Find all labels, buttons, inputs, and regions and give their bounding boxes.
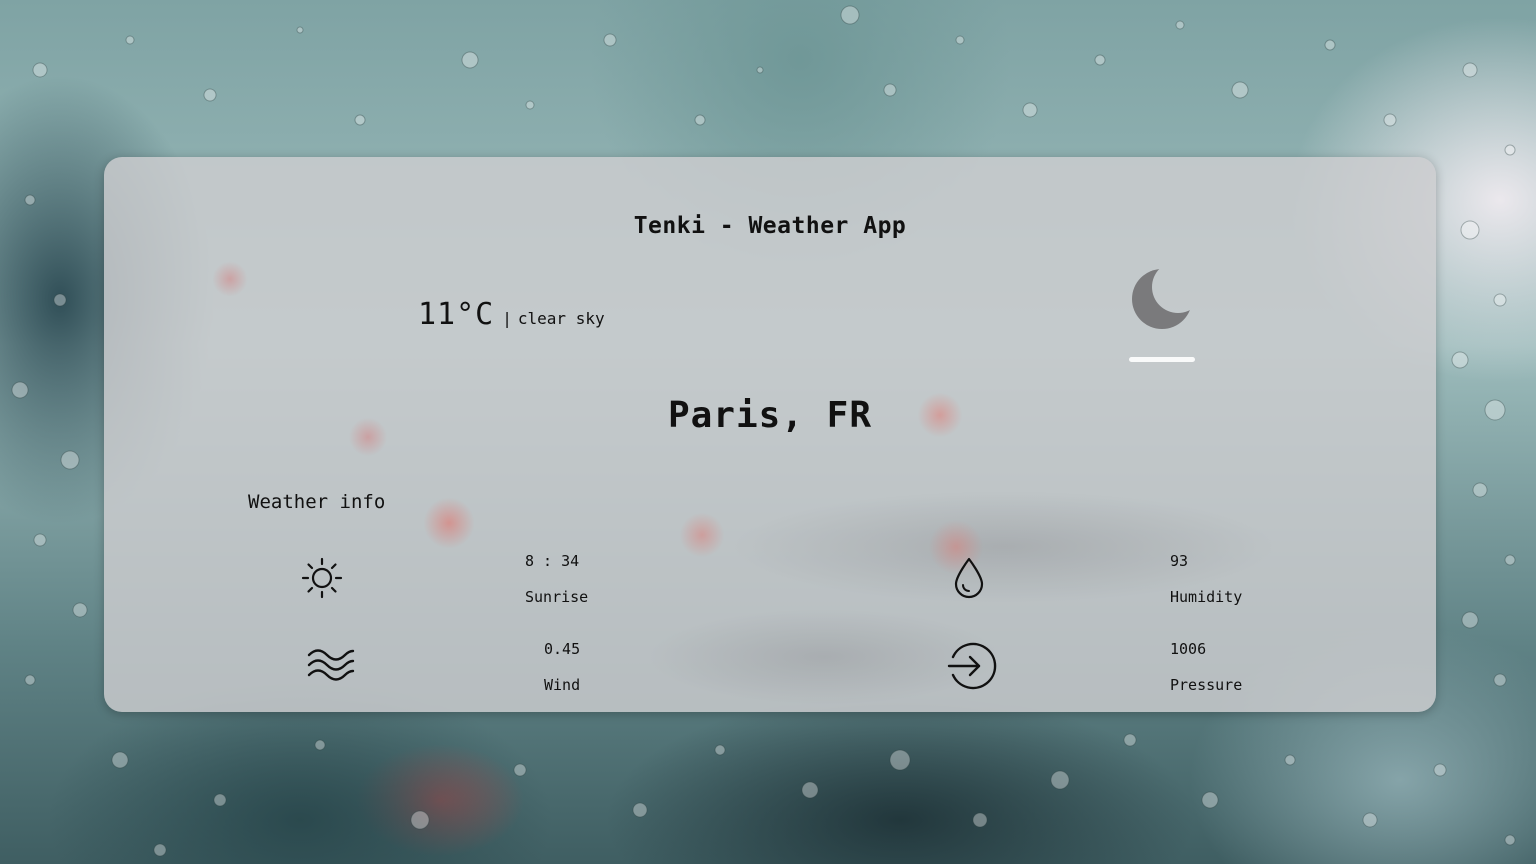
sunrise-label: Sunrise <box>525 588 589 606</box>
arrow-circle-right-icon <box>947 642 997 690</box>
current-conditions: 11°C | clear sky <box>418 297 605 332</box>
sunrise-value: 8 : 34 <box>525 552 580 570</box>
humidity-label: Humidity <box>1170 588 1243 606</box>
separator: | <box>502 309 512 328</box>
weather-card: Tenki - Weather App 11°C | clear sky Par… <box>104 157 1436 712</box>
weather-info-heading: Weather info <box>248 491 386 513</box>
temperature: 11°C <box>418 297 495 332</box>
wind-value: 0.45 <box>544 640 581 658</box>
pressure-label: Pressure <box>1170 676 1243 694</box>
moon-icon <box>1132 269 1192 329</box>
sun-icon <box>301 557 343 599</box>
water-drop-icon <box>954 557 984 599</box>
weather-description: clear sky <box>517 309 605 328</box>
wind-label: Wind <box>544 676 581 694</box>
moon-underline <box>1129 357 1195 362</box>
humidity-value: 93 <box>1170 552 1189 570</box>
wind-waves-icon <box>307 649 355 681</box>
city-name: Paris, FR <box>667 395 873 436</box>
app-title: Tenki - Weather App <box>633 213 907 239</box>
pressure-value: 1006 <box>1170 640 1207 658</box>
